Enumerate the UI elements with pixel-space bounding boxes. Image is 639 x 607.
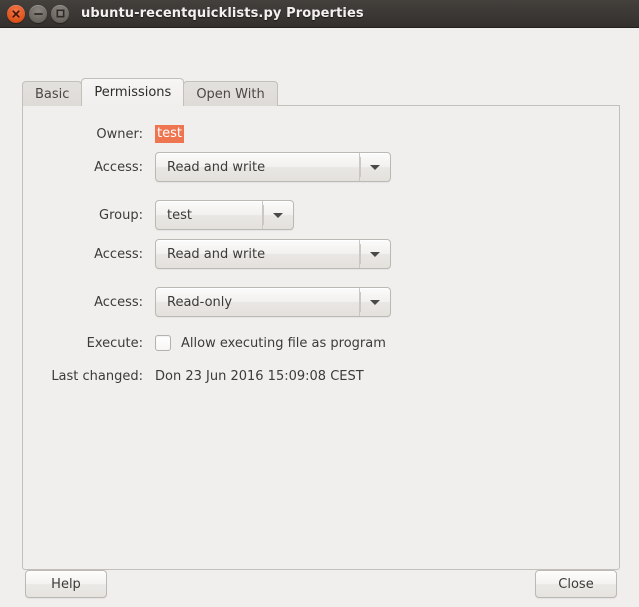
chevron-down-icon — [273, 212, 283, 218]
chevron-down-icon — [370, 251, 380, 257]
maximize-icon — [55, 9, 65, 18]
maximize-window-button[interactable] — [51, 4, 69, 23]
group-access-dropdown-arrow — [359, 240, 390, 268]
help-button[interactable]: Help — [25, 570, 107, 598]
tab-open-with-label: Open With — [196, 86, 265, 102]
tab-permissions[interactable]: Permissions — [81, 78, 185, 107]
close-window-button[interactable] — [7, 4, 25, 23]
close-button[interactable]: Close — [535, 570, 617, 598]
properties-notebook: Basic Permissions Open With Owner: test — [22, 78, 620, 570]
tab-strip: Basic Permissions Open With — [22, 78, 620, 107]
allow-execute-checkbox[interactable] — [155, 335, 171, 351]
owner-access-dropdown-arrow — [359, 153, 390, 181]
dialog-action-bar: Help Close — [0, 570, 639, 607]
execute-field: Allow executing file as program — [155, 335, 386, 351]
tab-permissions-label: Permissions — [94, 85, 172, 100]
window-title: ubuntu-recentquicklists.py Properties — [81, 6, 364, 21]
group-dropdown-arrow — [262, 201, 293, 229]
group-label: Group: — [99, 207, 143, 223]
permissions-tab-panel: Owner: test Access: Read and write Group… — [22, 105, 620, 570]
tab-strip-filler — [276, 81, 620, 106]
others-access-row: Access: Read-only — [41, 287, 391, 317]
close-button-label: Close — [558, 576, 594, 592]
last-changed-label: Last changed: — [51, 369, 143, 384]
tab-open-with[interactable]: Open With — [183, 81, 278, 106]
others-access-label: Access: — [94, 294, 143, 310]
window-titlebar: ubuntu-recentquicklists.py Properties — [0, 0, 639, 28]
owner-access-row: Access: Read and write — [41, 152, 391, 182]
group-field: test — [155, 200, 294, 230]
minimize-icon — [33, 12, 43, 15]
allow-execute-checkbox-wrap[interactable]: Allow executing file as program — [155, 335, 386, 351]
group-access-value: Read and write — [167, 246, 266, 262]
owner-access-dropdown[interactable]: Read and write — [155, 152, 391, 182]
minimize-window-button[interactable] — [29, 4, 47, 23]
window-controls — [7, 4, 69, 23]
last-changed-field: Don 23 Jun 2016 15:09:08 CEST — [155, 369, 364, 384]
group-access-field: Read and write — [155, 239, 391, 269]
properties-dialog: Basic Permissions Open With Owner: test — [0, 28, 639, 607]
others-access-field: Read-only — [155, 287, 391, 317]
last-changed-row: Last changed: Don 23 Jun 2016 15:09:08 C… — [41, 369, 391, 384]
owner-access-value: Read and write — [167, 159, 266, 175]
others-access-dropdown[interactable]: Read-only — [155, 287, 391, 317]
execute-label: Execute: — [86, 335, 143, 351]
others-access-value: Read-only — [167, 294, 233, 310]
group-value: test — [167, 207, 192, 223]
tab-basic-label: Basic — [35, 86, 70, 102]
last-changed-value: Don 23 Jun 2016 15:09:08 CEST — [155, 369, 364, 384]
others-access-dropdown-arrow — [359, 288, 390, 316]
permissions-form: Owner: test Access: Read and write Group… — [23, 105, 409, 384]
owner-label: Owner: — [96, 126, 143, 142]
tab-basic[interactable]: Basic — [22, 81, 83, 106]
owner-value[interactable]: test — [155, 125, 184, 143]
help-button-label: Help — [51, 576, 81, 592]
group-row: Group: test — [41, 200, 391, 230]
group-dropdown[interactable]: test — [155, 200, 294, 230]
chevron-down-icon — [370, 164, 380, 170]
allow-execute-checkbox-label: Allow executing file as program — [181, 335, 386, 351]
owner-access-label: Access: — [94, 159, 143, 175]
group-access-row: Access: Read and write — [41, 239, 391, 269]
owner-field: test — [155, 125, 184, 143]
close-icon — [12, 9, 20, 18]
owner-row: Owner: test — [41, 125, 391, 143]
group-access-dropdown[interactable]: Read and write — [155, 239, 391, 269]
group-access-label: Access: — [94, 246, 143, 262]
execute-row: Execute: Allow executing file as program — [41, 335, 391, 351]
chevron-down-icon — [370, 299, 380, 305]
owner-access-field: Read and write — [155, 152, 391, 182]
